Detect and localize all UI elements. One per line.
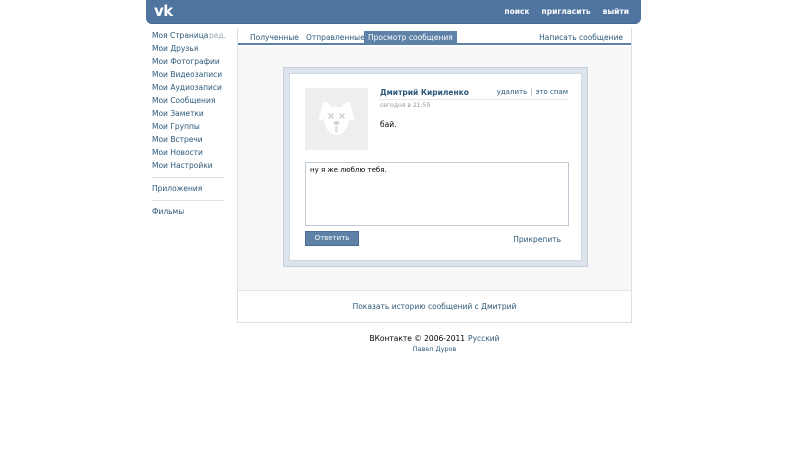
- action-separator: |: [530, 88, 533, 96]
- logout-link[interactable]: выйти: [603, 7, 629, 16]
- sidebar-item-friends[interactable]: Мои Друзья: [152, 42, 224, 55]
- deactivated-dog-icon: [305, 88, 368, 150]
- message-actions: удалить | это спам: [497, 88, 568, 96]
- menu-divider: [152, 200, 224, 201]
- top-navigation: поиск пригласить выйти: [504, 7, 629, 16]
- sidebar-item-news[interactable]: Мои Новости: [152, 146, 224, 159]
- delete-link[interactable]: удалить: [497, 88, 528, 96]
- tab-inbox[interactable]: Полученные: [246, 31, 303, 45]
- sidebar-item-notes[interactable]: Мои Заметки: [152, 107, 224, 120]
- attach-link[interactable]: Прикрепить: [513, 235, 561, 244]
- message-card: Дмитрий Кириленко удалить | это спам сегод…: [289, 73, 582, 261]
- sidebar-item-events[interactable]: Мои Встречи: [152, 133, 224, 146]
- invite-link[interactable]: пригласить: [542, 7, 591, 16]
- history-divider: [238, 290, 631, 291]
- header-divider: [380, 99, 569, 100]
- message-timestamp: сегодня в 21:59: [380, 102, 431, 109]
- language-link[interactable]: Русский: [468, 334, 500, 343]
- footer: ВКонтакте © 2006-2011 Русский: [237, 334, 632, 343]
- write-message-link[interactable]: Написать сообщение: [539, 31, 623, 45]
- edit-page-link[interactable]: ред.: [209, 29, 226, 42]
- sidebar-item-my-page[interactable]: Моя Страница ред.: [152, 29, 226, 42]
- sidebar-item-settings[interactable]: Мои Настройки: [152, 159, 224, 172]
- sidebar-item-messages[interactable]: Мои Сообщения: [152, 94, 224, 107]
- reply-button[interactable]: Ответить: [305, 231, 359, 246]
- message-text: бай.: [380, 120, 397, 129]
- copyright-text: ВКонтакте © 2006-2011: [369, 334, 466, 343]
- sidebar-item-label[interactable]: Моя Страница: [152, 31, 208, 40]
- sidebar-item-groups[interactable]: Мои Группы: [152, 120, 224, 133]
- sidebar-item-apps[interactable]: Приложения: [152, 182, 224, 195]
- message-panel: Дмитрий Кириленко удалить | это спам сегод…: [283, 67, 588, 267]
- show-history-link[interactable]: Показать историю сообщений с Дмитрий: [238, 302, 631, 311]
- search-link[interactable]: поиск: [504, 7, 529, 16]
- sender-name[interactable]: Дмитрий Кириленко: [380, 88, 469, 97]
- message-tabs: Полученные Отправленные Просмотр сообщен…: [238, 28, 631, 45]
- spam-link[interactable]: это спам: [536, 88, 568, 96]
- main-content: Полученные Отправленные Просмотр сообщен…: [237, 28, 632, 323]
- sidebar-item-photos[interactable]: Мои Фотографии: [152, 55, 224, 68]
- message-area: Дмитрий Кириленко удалить | это спам сегод…: [238, 47, 631, 290]
- tab-view-message[interactable]: Просмотр сообщения: [364, 31, 457, 45]
- vk-logo[interactable]: vk: [154, 2, 173, 20]
- sidebar-item-movies[interactable]: Фильмы: [152, 205, 224, 218]
- reply-textarea[interactable]: ну я же люблю тебя.: [305, 162, 569, 226]
- sidebar-item-audio[interactable]: Мои Аудиозаписи: [152, 81, 224, 94]
- avatar[interactable]: [305, 88, 368, 150]
- tab-sent[interactable]: Отправленные: [302, 31, 369, 45]
- footer-author-link[interactable]: Павел Дуров: [237, 345, 632, 353]
- left-sidebar-menu: Моя Страница ред. Мои Друзья Мои Фотогра…: [152, 29, 226, 218]
- menu-divider: [152, 177, 224, 178]
- sidebar-item-videos[interactable]: Мои Видеозаписи: [152, 68, 224, 81]
- top-header-bar: vk поиск пригласить выйти: [146, 0, 641, 24]
